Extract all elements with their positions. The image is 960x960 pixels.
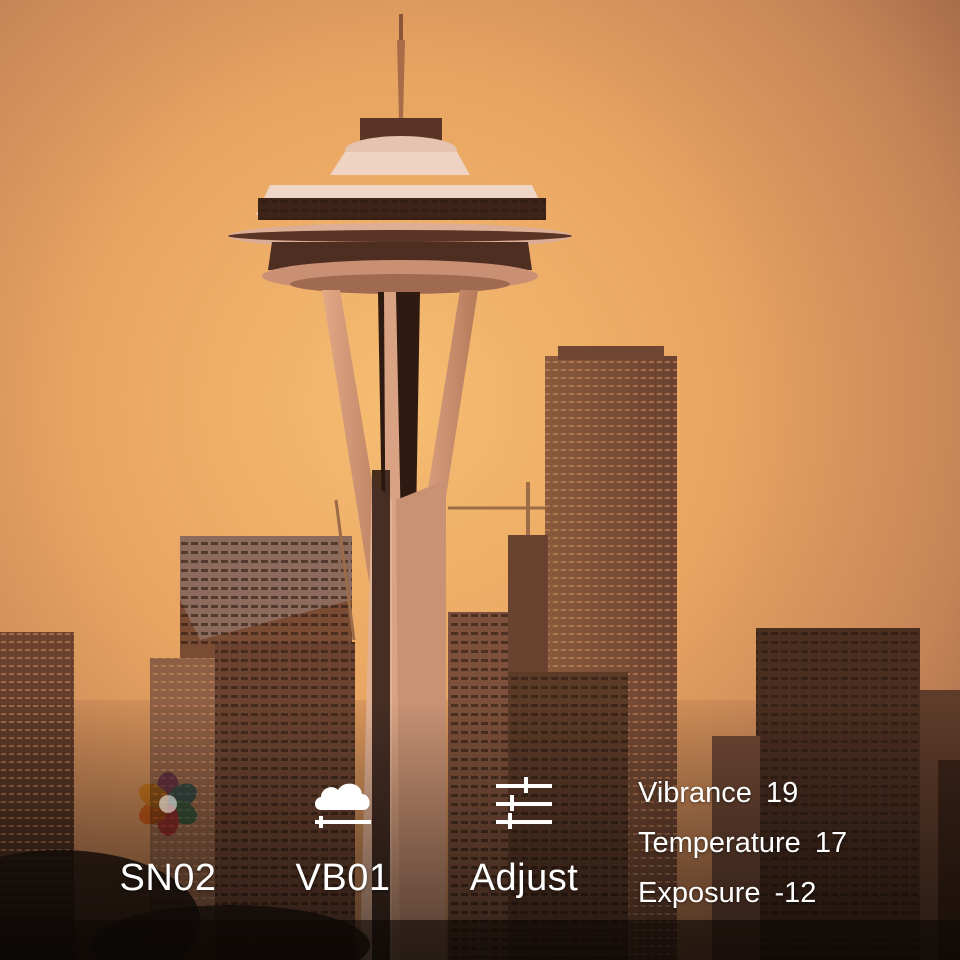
exposure-value: -12	[774, 877, 817, 909]
filter-vb01-label: VB01	[295, 857, 391, 899]
temperature-value: 17	[814, 827, 848, 859]
sliders-icon	[488, 768, 560, 840]
adjust-label: Adjust	[469, 857, 579, 899]
exposure-row: Exposure -12	[638, 868, 938, 918]
filter-sn02-label: SN02	[119, 857, 217, 899]
photo-editor-preview: SN02 VB01 Adjust Vibrance 19 Temperature…	[0, 0, 960, 960]
temperature-label: Temperature	[638, 827, 801, 859]
filter-toolbar: SN02 VB01 Adjust Vibrance 19 Temperature…	[0, 760, 960, 930]
adjustment-values: Vibrance 19 Temperature 17 Exposure -12	[638, 768, 938, 918]
filter-sn02-button[interactable]: SN02	[112, 768, 224, 898]
filter-vb01-button[interactable]: VB01	[290, 768, 396, 898]
vibrance-value: 19	[765, 777, 799, 809]
vibrance-row: Vibrance 19	[638, 768, 938, 818]
exposure-label: Exposure	[638, 877, 761, 909]
petal-flower-icon	[132, 768, 204, 840]
vibrance-label: Vibrance	[638, 777, 752, 809]
adjust-button[interactable]: Adjust	[462, 768, 586, 898]
cloud-slider-icon	[307, 768, 379, 840]
temperature-row: Temperature 17	[638, 818, 938, 868]
